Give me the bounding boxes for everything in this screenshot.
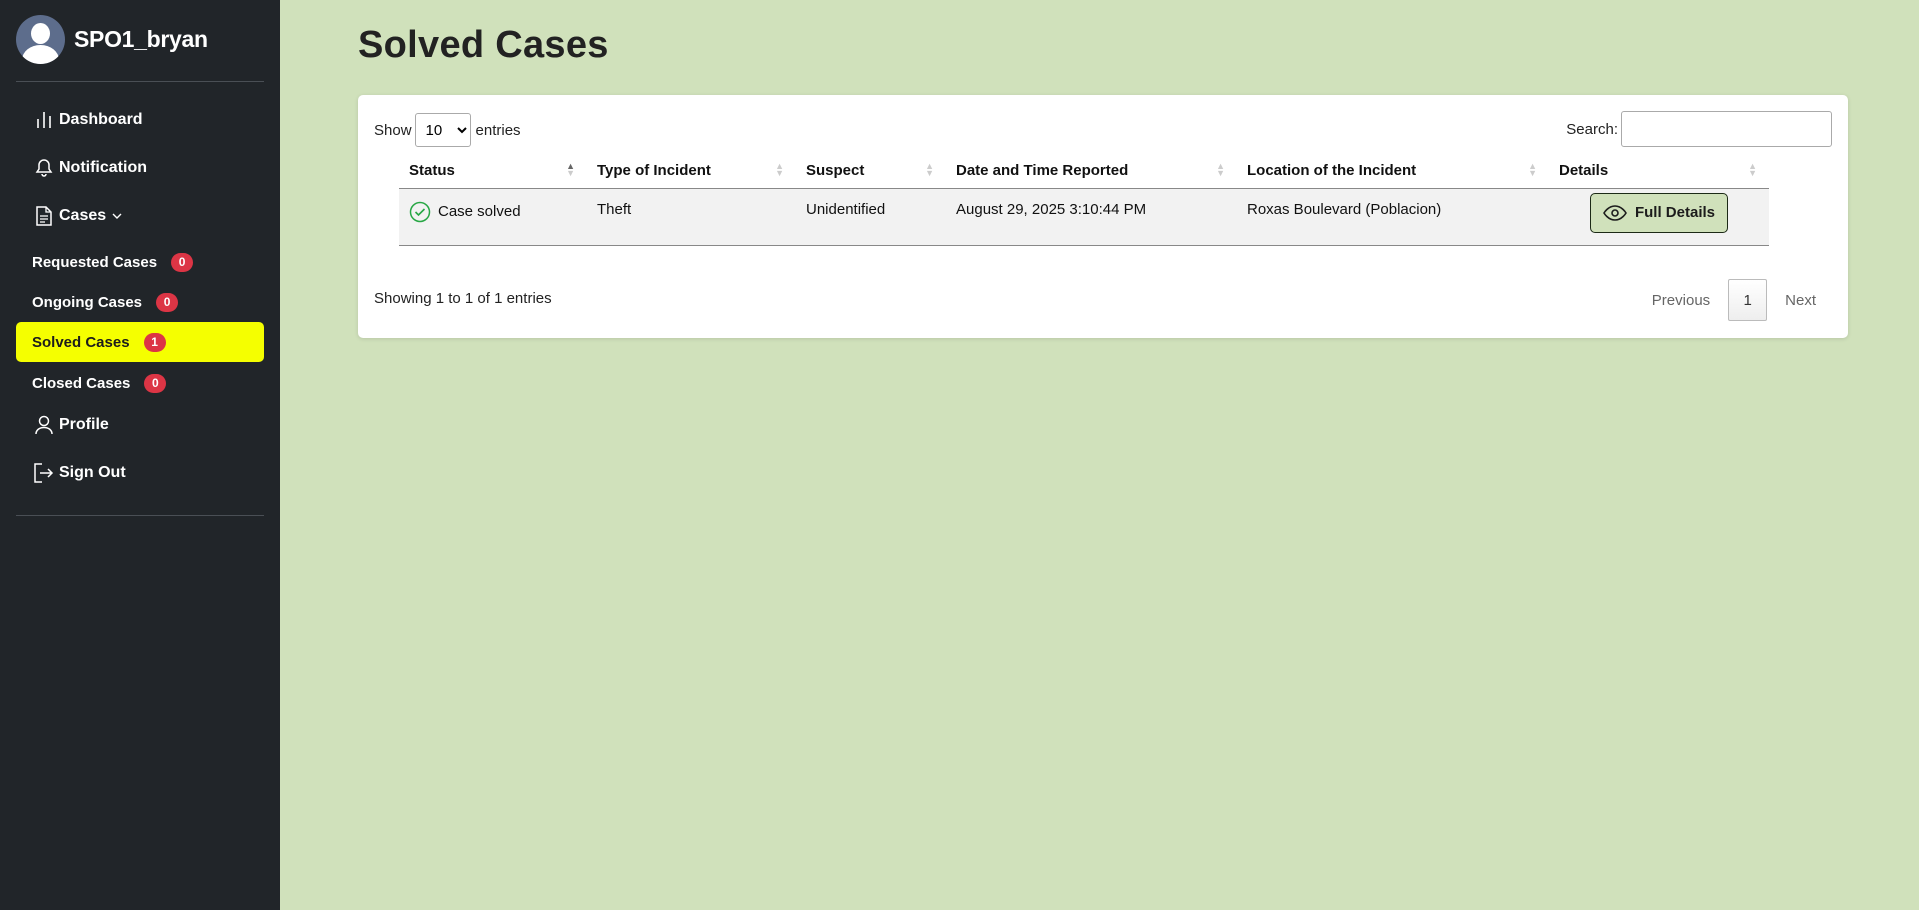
column-header-type[interactable]: Type of Incident ▲ ▼ xyxy=(587,154,796,189)
sidebar-item-label: Requested Cases xyxy=(32,253,158,271)
page-button-1[interactable]: 1 xyxy=(1728,279,1768,321)
username: SPO1_bryan xyxy=(74,26,208,52)
sidebar-item-label: Ongoing Cases xyxy=(32,293,143,311)
nav-profile-label: Profile xyxy=(59,416,109,433)
nav-profile[interactable]: Profile xyxy=(16,405,264,445)
cell-date: August 29, 2025 3:10:44 PM xyxy=(946,188,1237,246)
check-circle-icon xyxy=(409,201,431,222)
column-header-label: Date and Time Reported xyxy=(956,162,1129,180)
sidebar: SPO1_bryan Dashboard Notification Cases … xyxy=(0,0,280,910)
sort-icon: ▲ ▼ xyxy=(1528,161,1537,178)
table-row: Case solved Theft Unidentified August 29… xyxy=(399,188,1769,246)
column-header-date[interactable]: Date and Time Reported ▲ ▼ xyxy=(946,154,1237,189)
column-header-label: Suspect xyxy=(806,162,865,180)
nav-dashboard[interactable]: Dashboard xyxy=(16,100,264,140)
sidebar-item-closed-cases[interactable]: Closed Cases 0 xyxy=(16,363,264,403)
search-input[interactable] xyxy=(1621,111,1832,147)
previous-button[interactable]: Previous xyxy=(1636,292,1726,309)
nav-cases-label: Cases xyxy=(59,207,107,224)
count-badge: 0 xyxy=(171,252,194,272)
column-header-label: Type of Incident xyxy=(597,162,711,180)
sort-icon: ▲ ▼ xyxy=(566,161,575,178)
count-badge: 1 xyxy=(143,332,166,352)
sort-icon: ▲ ▼ xyxy=(1216,161,1225,178)
eye-icon xyxy=(1603,204,1627,221)
entries-label: entries xyxy=(475,121,521,139)
column-header-label: Details xyxy=(1559,162,1609,180)
entries-select[interactable]: 10 xyxy=(414,113,471,147)
chevron-down-icon xyxy=(112,213,122,220)
nav-sign-out-label: Sign Out xyxy=(59,464,126,481)
sort-icon: ▲ ▼ xyxy=(775,161,784,178)
user-profile: SPO1_bryan xyxy=(16,15,208,64)
cases-table-card: Show 10 entries Search: Status ▲ ▼ Type o… xyxy=(358,95,1848,338)
avatar xyxy=(16,15,65,64)
nav-cases[interactable]: Cases xyxy=(16,196,264,236)
sidebar-item-label: Solved Cases xyxy=(32,333,130,351)
column-header-status[interactable]: Status ▲ ▼ xyxy=(399,154,587,189)
cell-details: Full Details xyxy=(1549,188,1769,246)
bell-icon xyxy=(33,157,55,179)
cell-type: Theft xyxy=(587,188,796,246)
column-header-label: Location of the Incident xyxy=(1247,162,1417,180)
pagination: Previous 1 Next xyxy=(1636,279,1832,321)
nav-notification-label: Notification xyxy=(59,159,147,176)
user-icon xyxy=(33,414,55,436)
table-info: Showing 1 to 1 of 1 entries xyxy=(374,290,552,307)
table-search: Search: xyxy=(1566,111,1832,147)
column-header-label: Status xyxy=(409,162,455,180)
nav-dashboard-label: Dashboard xyxy=(59,111,143,128)
sidebar-item-label: Closed Cases xyxy=(32,374,131,392)
column-header-location[interactable]: Location of the Incident ▲ ▼ xyxy=(1237,154,1549,189)
cell-suspect: Unidentified xyxy=(796,188,946,246)
column-header-suspect[interactable]: Suspect ▲ ▼ xyxy=(796,154,946,189)
sidebar-item-solved-cases[interactable]: Solved Cases 1 xyxy=(16,322,264,362)
status-text: Case solved xyxy=(438,203,521,220)
sidebar-divider-top xyxy=(16,81,264,82)
sign-out-icon xyxy=(33,462,55,484)
sidebar-divider-bottom xyxy=(16,515,264,516)
cases-table: Status ▲ ▼ Type of Incident ▲ ▼ Suspect ▲ ▼… xyxy=(399,154,1769,246)
entries-length-control: Show 10 entries xyxy=(374,113,521,147)
full-details-button[interactable]: Full Details xyxy=(1589,192,1729,233)
page-title: Solved Cases xyxy=(358,24,609,66)
nav-notification[interactable]: Notification xyxy=(16,148,264,188)
full-details-label: Full Details xyxy=(1634,204,1716,221)
show-label: Show xyxy=(374,121,412,139)
column-header-details[interactable]: Details ▲ ▼ xyxy=(1549,154,1769,189)
count-badge: 0 xyxy=(156,292,179,312)
count-badge: 0 xyxy=(144,373,167,393)
sidebar-item-requested-cases[interactable]: Requested Cases 0 xyxy=(16,242,264,282)
cell-location: Roxas Boulevard (Poblacion) xyxy=(1237,188,1549,246)
next-button[interactable]: Next xyxy=(1769,292,1832,309)
nav-sign-out[interactable]: Sign Out xyxy=(16,453,264,493)
sort-icon: ▲ ▼ xyxy=(1748,161,1757,178)
cell-status: Case solved xyxy=(399,188,587,246)
table-header-row: Status ▲ ▼ Type of Incident ▲ ▼ Suspect ▲ ▼… xyxy=(399,154,1769,189)
sort-icon: ▲ ▼ xyxy=(925,161,934,178)
document-icon xyxy=(33,205,55,227)
search-label: Search: xyxy=(1566,120,1618,138)
bar-chart-icon xyxy=(33,109,55,131)
sidebar-item-ongoing-cases[interactable]: Ongoing Cases 0 xyxy=(16,282,264,322)
